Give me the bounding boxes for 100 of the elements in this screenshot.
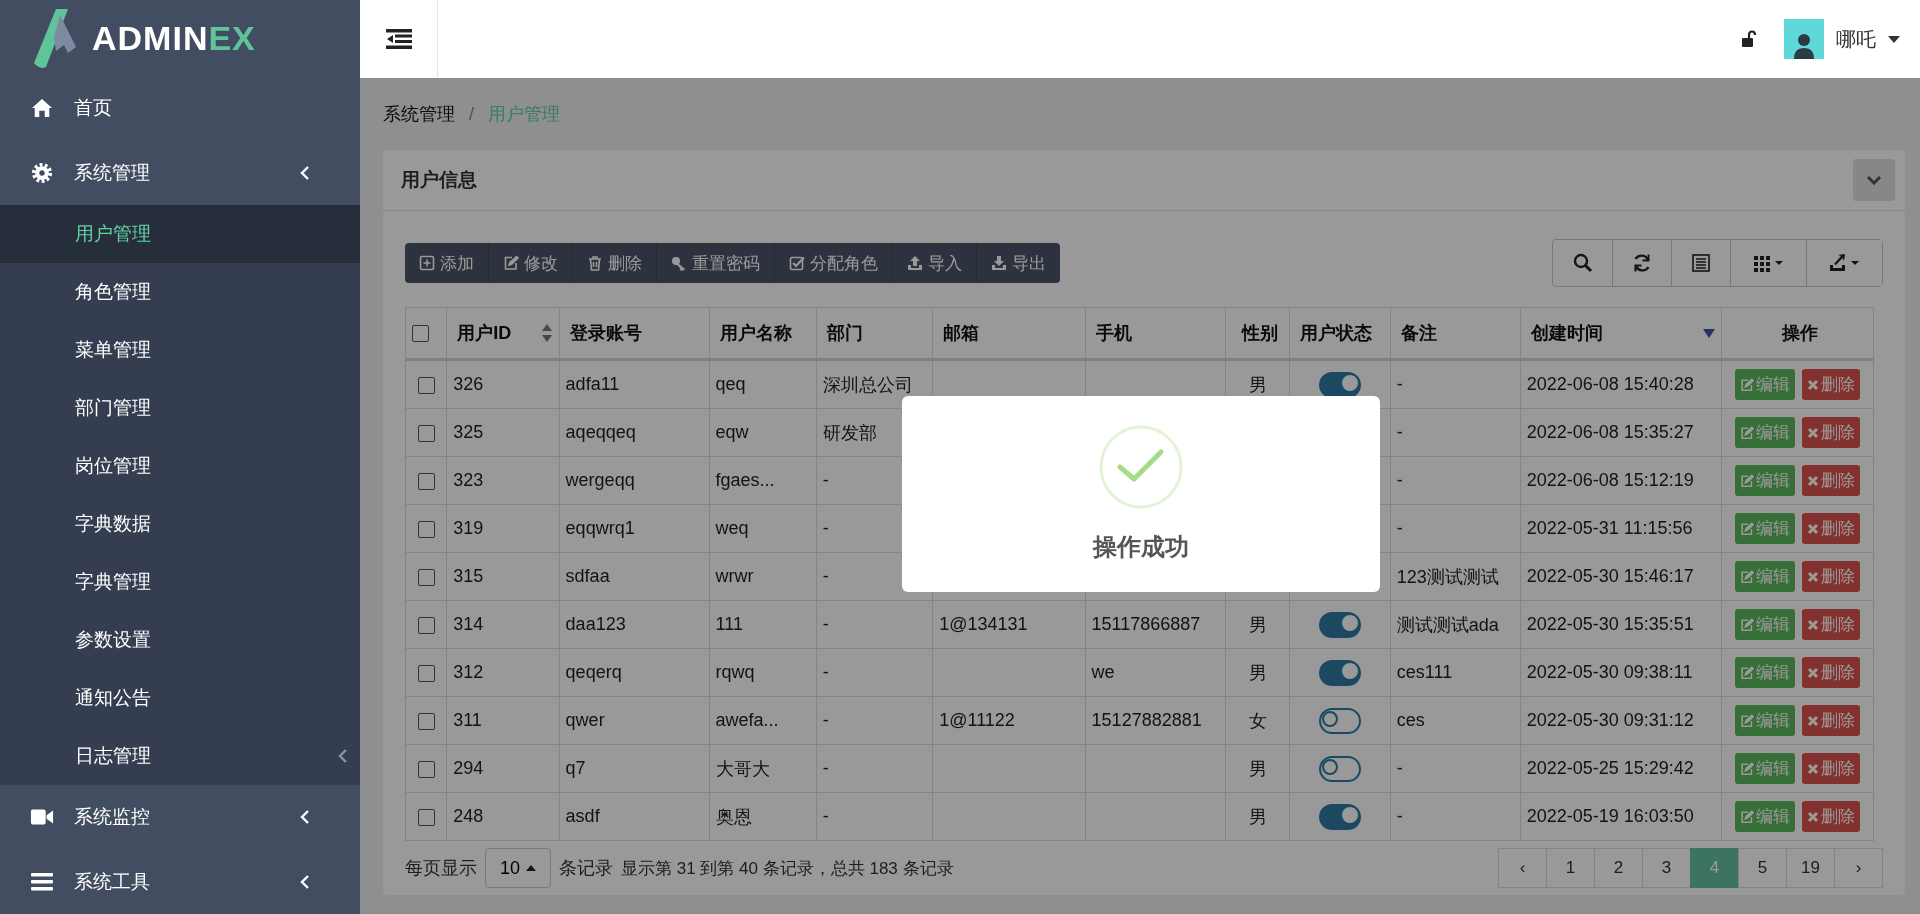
edit-icon [1740,617,1755,632]
checkbox[interactable] [417,424,435,442]
close-icon [1807,426,1820,439]
table-cell: ces [1396,710,1425,730]
toggle-switch[interactable] [1319,707,1362,734]
toggle-switch[interactable] [1319,611,1362,638]
toggle-switch[interactable] [1319,755,1362,782]
delete-button[interactable]: 删除 [1802,801,1861,832]
user-menu[interactable]: 哪吒 [1784,19,1900,59]
delete-button[interactable]: 删除 [1802,753,1861,784]
column-header[interactable]: 手机 [1095,321,1132,345]
edit-icon [1740,761,1755,776]
breadcrumb-link[interactable]: 系统管理 [383,102,455,126]
table-cell: 2022-05-30 09:38:11 [1526,662,1693,682]
checkbox[interactable] [412,325,429,343]
nav-item[interactable]: 系统管理 [0,140,360,206]
table-cell: - [822,566,829,586]
delete-button[interactable]: 删除 [1802,705,1861,736]
submenu-item[interactable]: 日志管理 [0,727,360,786]
checkbox[interactable] [417,808,435,826]
page-button[interactable]: › [1834,848,1883,888]
delete-button[interactable]: 删除 [1802,513,1861,544]
table-cell: qeqerq [565,662,622,682]
table-cell: eqw [715,422,749,442]
submenu-item[interactable]: 参数设置 [0,611,360,670]
page-button[interactable]: 5 [1738,848,1787,888]
table-cell: 1@134131 [939,614,1028,634]
download-icon [991,255,1007,271]
delete-button[interactable]: 删除 [1802,465,1861,496]
delete-button[interactable]: 删除 [1802,369,1861,400]
toolbar-button[interactable]: 修改 [489,243,573,283]
toolbar-button[interactable]: 重置密码 [657,243,775,283]
nav-item[interactable]: 系统监控 [0,785,360,850]
delete-button[interactable]: 删除 [1802,561,1861,592]
column-header[interactable]: 创建时间 [1530,321,1603,345]
toolbar-button[interactable]: 导入 [893,243,977,283]
toggle-switch[interactable] [1319,659,1362,686]
column-header[interactable]: 邮箱 [943,321,980,345]
table-cell: awefa... [715,710,779,730]
column-header[interactable]: 部门 [826,321,863,345]
close-icon [1807,378,1820,391]
toolbar-button[interactable]: 添加 [405,243,489,283]
submenu-item[interactable]: 通知公告 [0,669,360,728]
checkbox[interactable] [417,664,435,682]
table-cell: - [1396,374,1403,394]
close-icon [1807,666,1820,679]
toggle-switch[interactable] [1319,803,1362,830]
table-cell: 314 [453,614,484,634]
chevron-down-icon [1866,175,1882,185]
submenu-item[interactable]: 角色管理 [0,263,360,322]
table-cell: - [822,710,829,730]
collapse-menu-icon [385,29,412,49]
checkbox[interactable] [417,616,435,634]
submenu-item[interactable]: 字典管理 [0,553,360,612]
table-cell: asdf [565,806,600,826]
close-icon [1807,810,1820,823]
nav-item[interactable]: 首页 [0,76,360,141]
toolbar-button[interactable]: 导出 [977,243,1060,283]
table-cell: 2022-06-08 15:40:28 [1526,374,1694,394]
refresh-icon [1632,253,1652,273]
table-cell: - [822,614,829,634]
toggle-switch[interactable] [1319,371,1362,398]
checkbox[interactable] [417,520,435,538]
column-header[interactable]: 备注 [1400,321,1437,345]
table-cell: 319 [453,518,484,538]
toolbar-button[interactable]: 删除 [573,243,657,283]
submenu-item[interactable]: 用户管理 [0,205,360,264]
submenu-item[interactable]: 岗位管理 [0,437,360,496]
table-cell: - [822,518,829,538]
checkbox[interactable] [417,712,435,730]
column-header[interactable]: 操作 [1781,321,1818,345]
delete-button[interactable]: 删除 [1802,417,1861,448]
checkbox[interactable] [417,568,435,586]
page-size-dropdown[interactable]: 10 [485,848,552,888]
success-check-icon [1099,425,1183,509]
page-button[interactable]: 1 [1546,848,1595,888]
close-icon [1807,570,1820,583]
checkbox[interactable] [417,376,435,394]
table-cell: eqqwrq1 [565,518,635,538]
table-cell: 2022-05-31 11:15:56 [1526,518,1693,538]
export-button[interactable] [1806,240,1882,286]
checkbox[interactable] [417,760,435,778]
submenu-item[interactable]: 字典数据 [0,495,360,554]
page-button[interactable]: 19 [1786,848,1835,888]
nav-item[interactable]: 系统工具 [0,849,360,914]
delete-button[interactable]: 删除 [1802,657,1861,688]
table-cell: 2022-05-30 15:46:17 [1526,566,1694,586]
edit-icon [1740,521,1755,536]
page-button[interactable]: ‹ [1498,848,1547,888]
checkbox[interactable] [417,472,435,490]
close-icon [1807,522,1820,535]
delete-button[interactable]: 删除 [1802,609,1861,640]
table-cell: 311 [453,710,482,730]
toolbar-button[interactable]: 分配角色 [775,243,893,283]
page-button[interactable]: 2 [1594,848,1643,888]
page-button[interactable]: 3 [1642,848,1691,888]
table-cell: 测试测试ada [1396,614,1499,635]
submenu-item[interactable]: 部门管理 [0,379,360,438]
table-cell: - [1396,806,1403,826]
submenu-item[interactable]: 菜单管理 [0,321,360,380]
